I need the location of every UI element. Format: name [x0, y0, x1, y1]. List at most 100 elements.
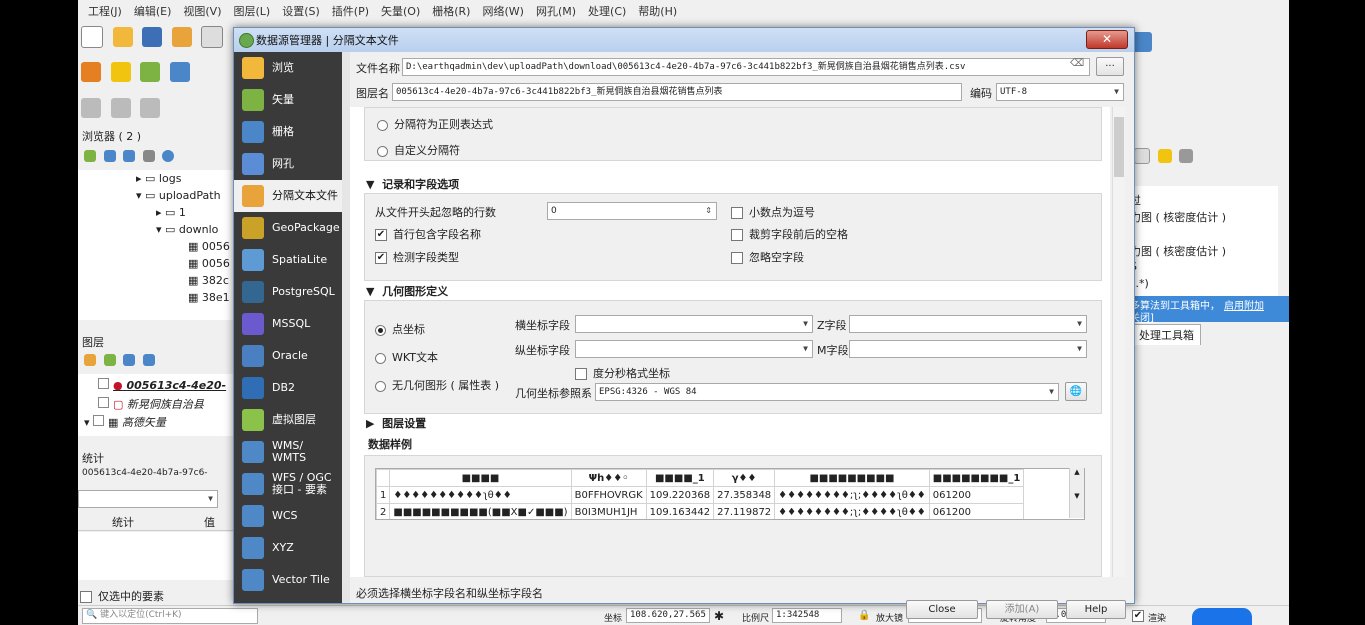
tab-processing-toolbox[interactable]: 处理工具箱: [1132, 324, 1201, 345]
sidebar-item[interactable]: XYZ: [234, 532, 342, 564]
menu-item[interactable]: 处理(C): [588, 3, 626, 19]
style-icon[interactable]: [84, 354, 96, 366]
sidebar-item[interactable]: WFS / OGC 接口 - 要素: [234, 468, 342, 500]
menu-item[interactable]: 工程(J): [88, 3, 122, 19]
trim-fields-checkbox[interactable]: 裁剪字段前后的空格: [731, 226, 848, 242]
tree-item[interactable]: ▸ ▭ logs: [136, 172, 181, 185]
menu-item[interactable]: 帮助(H): [638, 3, 677, 19]
results-icon[interactable]: [1157, 149, 1172, 163]
help-button[interactable]: Help: [1066, 600, 1126, 619]
column-header[interactable]: γ♦♦: [713, 469, 776, 487]
sidebar-item[interactable]: 分隔文本文件: [234, 180, 342, 212]
sidebar-item[interactable]: SpatiaLite: [234, 244, 342, 276]
collapse-all-icon[interactable]: [142, 150, 155, 162]
geometry-section-header[interactable]: ▼ 几何图形定义: [366, 283, 448, 299]
table-cell[interactable]: ■■■■■■■■■■(■■X■✓■■■): [389, 503, 572, 519]
tree-item[interactable]: 力图 ( 核密度估计 ): [1130, 243, 1226, 259]
info-icon[interactable]: [162, 150, 174, 162]
tree-item[interactable]: ▸ ▭ 1: [156, 206, 186, 219]
browse-button[interactable]: ···: [1096, 57, 1124, 76]
first-record-header-checkbox[interactable]: ✔ 首行包含字段名称: [375, 226, 481, 242]
records-section-header[interactable]: ▼ 记录和字段选项: [366, 176, 459, 192]
menu-item[interactable]: 编辑(E): [134, 3, 172, 19]
identify-icon[interactable]: [110, 98, 131, 118]
sidebar-item[interactable]: 虚拟图层: [234, 404, 342, 436]
locator-input[interactable]: 🔍 键入以定位(Ctrl+K): [82, 608, 258, 624]
tree-item[interactable]: ▦ 0056: [188, 240, 230, 253]
digitize-icon[interactable]: [110, 62, 131, 82]
add-group-icon[interactable]: [103, 354, 116, 366]
sidebar-item[interactable]: WMS/ WMTS: [234, 436, 342, 468]
table-cell[interactable]: ♦♦♦♦♦♦♦♦;ʅ;♦♦♦♦ʅθ♦♦: [774, 486, 930, 504]
table-cell[interactable]: B0I3MUH1JH: [570, 503, 647, 519]
table-cell[interactable]: 061200: [928, 503, 1025, 519]
layer-item[interactable]: ● 005613c4-4e20-: [98, 378, 226, 392]
layer-item[interactable]: ▢ 新晃侗族自治县: [98, 396, 204, 412]
crs-selector-icon[interactable]: 🌐: [1065, 382, 1087, 401]
sidebar-item[interactable]: GeoPackage: [234, 212, 342, 244]
column-header[interactable]: ■■■■_1: [645, 469, 715, 487]
wkt-radio[interactable]: WKT文本: [375, 349, 438, 365]
table-cell[interactable]: 109.163442: [645, 503, 715, 519]
clear-icon[interactable]: ⌫: [1070, 58, 1084, 69]
layout-manager-icon[interactable]: [201, 26, 223, 48]
table-scrollbar[interactable]: ▲ ▼: [1069, 468, 1084, 518]
column-header[interactable]: Ψh♦♦◦: [570, 469, 647, 487]
new-project-icon[interactable]: [81, 26, 103, 48]
eye-icon[interactable]: [123, 354, 135, 366]
lock-icon[interactable]: 🔒: [858, 610, 870, 621]
select-tool-icon[interactable]: [81, 98, 101, 118]
save-project-icon[interactable]: [142, 27, 162, 47]
z-field-select[interactable]: ▼: [849, 315, 1087, 333]
table-cell[interactable]: ♦♦♦♦♦♦♦♦;ʅ;♦♦♦♦ʅθ♦♦: [774, 503, 930, 519]
point-coordinates-radio[interactable]: 点坐标: [375, 321, 425, 337]
table-cell[interactable]: B0FFHOVRGK: [570, 486, 647, 504]
sidebar-item[interactable]: 栅格: [234, 116, 342, 148]
sidebar-item[interactable]: 矢量: [234, 84, 342, 116]
messages-icon[interactable]: [1192, 608, 1252, 625]
table-cell[interactable]: ♦♦♦♦♦♦♦♦♦♦ʅθ♦♦: [389, 486, 572, 504]
decimal-comma-checkbox[interactable]: 小数点为逗号: [731, 204, 815, 220]
menu-item[interactable]: 网孔(M): [536, 3, 576, 19]
statistics-field-select[interactable]: ▼: [78, 490, 218, 508]
menu-item[interactable]: 矢量(O): [381, 3, 420, 19]
y-field-select[interactable]: ▼: [575, 340, 813, 358]
open-project-icon[interactable]: [112, 27, 133, 47]
table-cell[interactable]: 2: [376, 503, 391, 519]
enable-link[interactable]: 启用附加: [1224, 297, 1264, 312]
history-icon[interactable]: [1134, 148, 1150, 164]
menu-item[interactable]: 插件(P): [332, 3, 369, 19]
m-field-select[interactable]: ▼: [849, 340, 1087, 358]
tree-item[interactable]: ▦ 382c: [188, 274, 229, 287]
filter-icon[interactable]: [142, 354, 155, 366]
tree-item[interactable]: 力图 ( 核密度估计 ): [1130, 209, 1226, 225]
column-header[interactable]: ■■■■■■■■_1: [928, 469, 1025, 487]
options-scrollbar[interactable]: [1112, 107, 1125, 577]
menu-item[interactable]: 设置(S): [282, 3, 320, 19]
options-icon[interactable]: [1179, 149, 1193, 163]
tree-item[interactable]: ▦ 38e1: [188, 291, 230, 304]
table-cell[interactable]: 27.358348: [713, 486, 776, 504]
coordinate-field[interactable]: 108.620,27.565: [626, 608, 710, 623]
measure-icon[interactable]: [140, 98, 160, 118]
tree-item[interactable]: ▾ ▭ uploadPath: [136, 189, 221, 202]
discard-empty-checkbox[interactable]: 忽略空字段: [731, 249, 804, 265]
table-cell[interactable]: 1: [376, 486, 391, 504]
refresh-icon[interactable]: [103, 150, 116, 162]
add-button[interactable]: 添加(A): [986, 600, 1058, 619]
sidebar-item[interactable]: Vector Tile: [234, 564, 342, 596]
tree-item[interactable]: ▾ ▭ downlo: [156, 223, 218, 236]
add-selected-icon[interactable]: [84, 150, 96, 162]
help-icon[interactable]: [1132, 32, 1152, 52]
add-data-icon[interactable]: [81, 62, 101, 82]
regex-delimiter-radio[interactable]: 分隔符为正则表达式: [377, 116, 493, 132]
detect-types-checkbox[interactable]: ✔ 检测字段类型: [375, 249, 459, 265]
menu-item[interactable]: 视图(V): [183, 3, 221, 19]
column-header[interactable]: ■■■■: [389, 469, 572, 487]
close-button[interactable]: Close: [906, 600, 978, 619]
toggle-extents-icon[interactable]: ✱: [714, 609, 724, 623]
sidebar-item[interactable]: WCS: [234, 500, 342, 532]
statistics-layer-select[interactable]: 005613c4-4e20-4b7a-97c6-: [82, 468, 208, 478]
layer-item[interactable]: ▾ ▦ 高德矢量: [84, 414, 166, 430]
sidebar-item[interactable]: Oracle: [234, 340, 342, 372]
